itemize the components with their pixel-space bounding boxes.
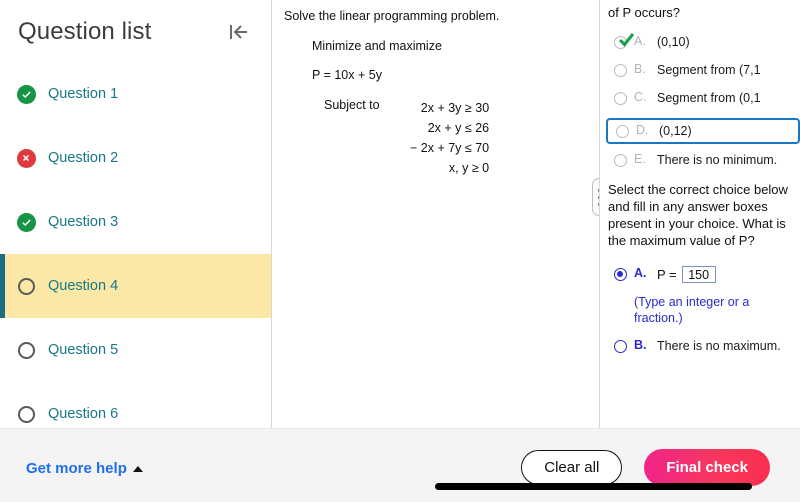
sidebar-item-question-5[interactable]: Question 5 (0, 318, 271, 382)
radio-option-c[interactable] (614, 92, 627, 105)
p-equals-label: P = (657, 267, 677, 282)
answer2-hint-block: (Type an integer or a fraction.) (608, 294, 800, 326)
answer-option-e[interactable]: E. There is no minimum. (608, 152, 800, 171)
constraint-row: 2x + y ≤ 26 (427, 121, 490, 135)
final-check-button[interactable]: Final check (644, 449, 770, 486)
sidebar-item-label: Question 1 (48, 86, 119, 102)
question-2-prompt: Select the correct choice below and fill… (608, 182, 788, 248)
answer2-letter: B. (634, 338, 647, 352)
collapse-left-icon[interactable] (223, 17, 253, 47)
exercise-player: Question list Question 1 Question 2 Ques… (0, 0, 800, 502)
sidebar-item-question-3[interactable]: Question 3 (0, 190, 271, 254)
get-more-help-label: Get more help (26, 460, 127, 477)
status-correct-icon (16, 212, 36, 232)
problem-panel: Solve the linear programming problem. Mi… (272, 0, 600, 428)
clear-all-button[interactable]: Clear all (521, 450, 623, 485)
answer-letter: C. (634, 90, 647, 104)
question-1-prompt: of P occurs? (608, 5, 681, 20)
sidebar-item-label: Question 6 (48, 406, 119, 422)
sidebar-item-question-1[interactable]: Question 1 (0, 62, 271, 126)
radio-option-d[interactable] (616, 125, 629, 138)
sidebar-item-question-2[interactable]: Question 2 (0, 126, 271, 190)
answer-text: There is no minimum. (657, 153, 778, 167)
answer2-letter: A. (634, 266, 647, 280)
sidebar-item-question-6[interactable]: Question 6 (0, 382, 271, 428)
footer-actions: Clear all Final check (521, 449, 770, 486)
answer2-option-b[interactable]: B. There is no maximum. (608, 338, 800, 357)
input-format-hint: (Type an integer or a fraction.) (634, 295, 750, 325)
panel-resize-handle[interactable] (591, 176, 599, 218)
radio-option-e[interactable] (614, 154, 627, 167)
subject-to-label: Subject to (324, 98, 380, 112)
answer-options-group-1: A. (0,10) B. Segment from (7,1 C. Segmen… (606, 33, 800, 171)
status-unanswered-icon (16, 340, 36, 360)
status-unanswered-icon (16, 404, 36, 424)
problem-title: Solve the linear programming problem. (284, 9, 500, 23)
sidebar-item-question-4[interactable]: Question 4 (0, 254, 271, 318)
sidebar-header: Question list (0, 0, 271, 52)
sidebar-item-label: Question 3 (48, 214, 119, 230)
answer-options-group-2: A. P = (Type an integer or a fraction.) … (608, 266, 800, 357)
sidebar-item-label: Question 4 (48, 278, 119, 294)
answer-option-d[interactable]: D. (0,12) (606, 118, 800, 144)
answer-letter: A. (634, 34, 646, 48)
answer-text: Segment from (7,1 (657, 63, 761, 77)
footer-bar: Get more help Clear all Final check (0, 428, 800, 502)
question-list: Question 1 Question 2 Question 3 Questio… (0, 62, 271, 428)
radio2-option-b[interactable] (614, 340, 627, 353)
page-title: Question list (18, 18, 152, 45)
status-incorrect-icon (16, 148, 36, 168)
home-indicator (435, 483, 752, 490)
constraints-block: Subject to 2x + 3y ≥ 30 2x + y ≤ 26 − 2x… (284, 98, 585, 178)
radio-option-b[interactable] (614, 64, 627, 77)
radio-option-a[interactable] (614, 36, 627, 49)
answer-option-a[interactable]: A. (0,10) (608, 33, 800, 53)
answer-text: (0,12) (659, 124, 692, 138)
answer-text: Segment from (0,1 (657, 91, 761, 105)
status-unanswered-icon (16, 276, 36, 296)
p-value-field-row: P = (657, 266, 716, 283)
panels-container: Question list Question 1 Question 2 Ques… (0, 0, 800, 428)
answer2-text: There is no maximum. (657, 339, 781, 353)
constraint-row: 2x + 3y ≥ 30 (420, 101, 490, 115)
question-list-sidebar: Question list Question 1 Question 2 Ques… (0, 0, 272, 428)
p-value-input[interactable] (681, 266, 716, 283)
get-more-help-button[interactable]: Get more help (26, 460, 143, 477)
answer-option-c[interactable]: C. Segment from (0,1 (608, 90, 800, 109)
answer-letter: D. (636, 123, 649, 137)
status-correct-icon (16, 84, 36, 104)
objective-label: Minimize and maximize (312, 39, 442, 53)
caret-up-icon (132, 465, 143, 472)
answer-text: (0,10) (657, 35, 690, 49)
answer-letter: B. (634, 62, 646, 76)
answer-option-b[interactable]: B. Segment from (7,1 (608, 62, 800, 81)
sidebar-item-label: Question 5 (48, 342, 119, 358)
answer2-option-a[interactable]: A. P = (608, 266, 800, 285)
answer-panel: of P occurs? A. (0,10) B. Segment from (… (600, 0, 800, 428)
radio2-option-a[interactable] (614, 268, 627, 281)
sidebar-item-label: Question 2 (48, 150, 119, 166)
objective-function: P = 10x + 5y (312, 68, 382, 82)
constraint-row: − 2x + 7y ≤ 70 (410, 141, 490, 155)
answer-letter: E. (634, 152, 646, 166)
constraint-row: x, y ≥ 0 (448, 161, 490, 175)
